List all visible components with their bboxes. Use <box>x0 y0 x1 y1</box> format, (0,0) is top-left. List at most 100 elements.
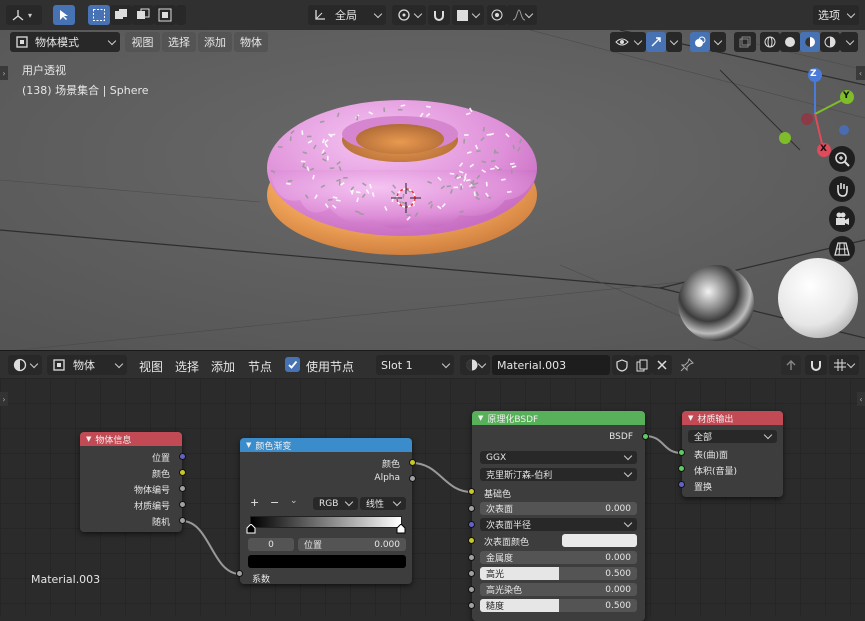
node-menu-add[interactable]: 添加 <box>211 358 235 375</box>
xray-toggle[interactable] <box>734 32 756 52</box>
socket-material-index[interactable] <box>179 501 186 508</box>
color-ramp-gradient[interactable] <box>250 516 402 528</box>
socket-specular-tint[interactable] <box>468 586 475 593</box>
ramp-menu-button[interactable]: ⌄ <box>290 496 298 506</box>
gizmo-toggle[interactable] <box>646 32 666 52</box>
mode-dropdown[interactable]: 物体模式 <box>10 32 120 52</box>
menu-select[interactable]: 选择 <box>162 32 196 52</box>
object-info-header[interactable]: ▼ 物体信息 <box>80 432 182 446</box>
overlay-toggle[interactable] <box>690 32 710 52</box>
output-target-dropdown[interactable]: 全部 <box>688 430 777 443</box>
select-tool-button[interactable] <box>53 5 75 25</box>
socket-ramp-alpha[interactable] <box>409 475 416 482</box>
active-stop-index[interactable]: 0 <box>248 538 294 551</box>
material-browse-button[interactable] <box>460 355 490 375</box>
socket-object-index[interactable] <box>179 485 186 492</box>
subsurface-field[interactable]: 次表面 0.000 <box>480 502 637 515</box>
pivot-point-dropdown[interactable] <box>392 5 426 25</box>
socket-color[interactable] <box>179 469 186 476</box>
ramp-stop-black[interactable] <box>246 523 256 537</box>
shading-wireframe[interactable] <box>760 32 780 52</box>
subsurface-color-swatch[interactable] <box>562 534 637 547</box>
snap-toggle[interactable] <box>428 5 450 25</box>
socket-base-color[interactable] <box>468 488 475 495</box>
options-dropdown[interactable]: 选项 <box>813 5 859 25</box>
principled-bsdf-node[interactable]: ▼ 原理化BSDF BSDF GGX 克里斯汀森-伯利 基础色 次表面 0.000 … <box>468 411 649 621</box>
snap-target-dropdown[interactable] <box>452 5 484 25</box>
menu-add[interactable]: 添加 <box>198 32 232 52</box>
camera-view-button[interactable] <box>829 206 855 232</box>
metallic-field[interactable]: 金属度 0.000 <box>480 551 637 564</box>
node-editor-canvas[interactable]: › ‹ ▼ 物体信息 位置 颜色 物体编号 材质编号 随机 ▼ 颜色渐变 颜色 Al… <box>0 378 865 621</box>
color-mode-dropdown[interactable]: RGB <box>313 497 358 510</box>
socket-roughness[interactable] <box>468 602 475 609</box>
socket-specular[interactable] <box>468 570 475 577</box>
node-snap-toggle[interactable] <box>805 355 827 375</box>
bsdf-header[interactable]: ▼ 原理化BSDF <box>472 411 645 425</box>
node-menu-view[interactable]: 视图 <box>139 358 163 375</box>
color-ramp-node[interactable]: ▼ 颜色渐变 颜色 Alpha + − ⌄ RGB 线性 0 位置 0.000 系数 <box>236 438 416 585</box>
falloff-dropdown[interactable] <box>507 5 537 25</box>
node-snap-dropdown[interactable] <box>829 355 859 375</box>
use-nodes-checkbox[interactable] <box>285 357 300 372</box>
socket-surface[interactable] <box>678 449 685 456</box>
socket-ramp-color[interactable] <box>409 459 416 466</box>
material-output-node[interactable]: ▼ 材质输出 全部 表(曲)面 体积(音量) 置换 <box>678 411 783 497</box>
pan-button[interactable] <box>829 176 855 202</box>
socket-metallic[interactable] <box>468 554 475 561</box>
subsurface-radius-dropdown[interactable]: 次表面半径 <box>480 518 637 531</box>
unlink-material-button[interactable] <box>652 355 672 375</box>
editor-type-button[interactable]: ▾ <box>6 5 42 25</box>
menu-object[interactable]: 物体 <box>234 32 268 52</box>
node-menu-select[interactable]: 选择 <box>175 358 199 375</box>
material-name-field[interactable]: Material.003 <box>492 355 610 375</box>
material-output-header[interactable]: ▼ 材质输出 <box>682 411 783 425</box>
pin-button[interactable] <box>680 358 694 375</box>
node-menu-node[interactable]: 节点 <box>248 358 272 375</box>
specular-field[interactable]: 高光 0.500 <box>480 567 637 580</box>
stop-color-swatch[interactable] <box>248 555 406 568</box>
slot-dropdown[interactable]: Slot 1 <box>376 355 454 375</box>
node-editor-type-button[interactable] <box>8 355 42 375</box>
toolbar-expand-arrow[interactable]: › <box>0 66 8 80</box>
select-extend-button[interactable] <box>110 5 132 25</box>
stop-position-field[interactable]: 位置 0.000 <box>298 538 406 551</box>
socket-subsurface-radius[interactable] <box>468 521 475 528</box>
parent-node-tree-button[interactable] <box>781 355 801 375</box>
ramp-stop-white[interactable] <box>396 523 406 537</box>
zoom-button[interactable] <box>829 146 855 172</box>
add-stop-button[interactable]: + <box>250 496 259 509</box>
socket-location[interactable] <box>179 453 186 460</box>
select-box-button[interactable] <box>88 5 110 25</box>
object-info-node[interactable]: ▼ 物体信息 位置 颜色 物体编号 材质编号 随机 <box>80 432 186 532</box>
shading-material[interactable] <box>800 32 820 52</box>
transform-orientation-dropdown[interactable]: 全局 <box>308 5 386 25</box>
shading-solid[interactable] <box>780 32 800 52</box>
fake-user-button[interactable] <box>612 355 632 375</box>
proportional-edit-toggle[interactable] <box>487 5 507 25</box>
gizmo-dropdown[interactable] <box>666 32 682 52</box>
shader-type-dropdown[interactable]: 物体 <box>47 355 127 375</box>
duplicate-material-button[interactable] <box>632 355 652 375</box>
shading-dropdown[interactable] <box>840 32 858 52</box>
distribution-dropdown[interactable]: GGX <box>480 451 637 464</box>
subsurface-method-dropdown[interactable]: 克里斯汀森-伯利 <box>480 468 637 481</box>
socket-factor[interactable] <box>236 570 243 577</box>
select-intersect-button[interactable] <box>176 5 186 25</box>
overlay-dropdown[interactable] <box>710 32 726 52</box>
menu-view[interactable]: 视图 <box>125 32 160 52</box>
socket-displacement[interactable] <box>678 481 685 488</box>
select-subtract-button[interactable] <box>132 5 154 25</box>
visibility-dropdown[interactable] <box>610 32 646 52</box>
perspective-toggle-button[interactable] <box>829 236 855 262</box>
interpolation-dropdown[interactable]: 线性 <box>360 497 406 510</box>
select-invert-button[interactable] <box>154 5 176 25</box>
3d-viewport[interactable]: 用户透视 (138) 场景集合 | Sphere › ‹ Z Y X <box>0 30 865 350</box>
specular-tint-field[interactable]: 高光染色 0.000 <box>480 583 637 596</box>
shading-rendered[interactable] <box>820 32 840 52</box>
remove-stop-button[interactable]: − <box>270 496 279 509</box>
socket-random[interactable] <box>179 517 186 524</box>
roughness-field[interactable]: 糙度 0.500 <box>480 599 637 612</box>
socket-subsurface-color[interactable] <box>468 537 475 544</box>
socket-bsdf-out[interactable] <box>642 433 649 440</box>
